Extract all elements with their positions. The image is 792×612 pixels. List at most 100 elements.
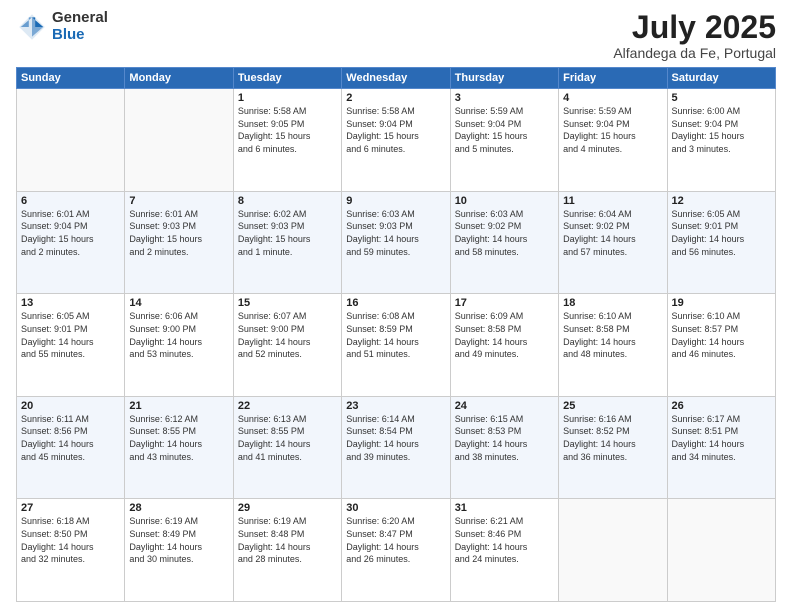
day-detail: Sunrise: 6:10 AM Sunset: 8:58 PM Dayligh…: [563, 310, 662, 360]
day-detail: Sunrise: 6:00 AM Sunset: 9:04 PM Dayligh…: [672, 105, 771, 155]
day-cell-w3-d1: 13Sunrise: 6:05 AM Sunset: 9:01 PM Dayli…: [17, 294, 125, 397]
day-cell-w2-d2: 7Sunrise: 6:01 AM Sunset: 9:03 PM Daylig…: [125, 191, 233, 294]
day-number: 16: [346, 297, 445, 309]
day-detail: Sunrise: 6:01 AM Sunset: 9:04 PM Dayligh…: [21, 208, 120, 258]
day-detail: Sunrise: 5:59 AM Sunset: 9:04 PM Dayligh…: [455, 105, 554, 155]
day-cell-w1-d3: 1Sunrise: 5:58 AM Sunset: 9:05 PM Daylig…: [233, 89, 341, 192]
day-detail: Sunrise: 6:04 AM Sunset: 9:02 PM Dayligh…: [563, 208, 662, 258]
day-detail: Sunrise: 6:18 AM Sunset: 8:50 PM Dayligh…: [21, 515, 120, 565]
col-thursday: Thursday: [450, 68, 558, 89]
day-cell-w2-d5: 10Sunrise: 6:03 AM Sunset: 9:02 PM Dayli…: [450, 191, 558, 294]
logo-general-text: General: [52, 10, 108, 27]
day-detail: Sunrise: 6:02 AM Sunset: 9:03 PM Dayligh…: [238, 208, 337, 258]
day-cell-w4-d7: 26Sunrise: 6:17 AM Sunset: 8:51 PM Dayli…: [667, 396, 775, 499]
day-number: 20: [21, 400, 120, 412]
week-row-4: 20Sunrise: 6:11 AM Sunset: 8:56 PM Dayli…: [17, 396, 776, 499]
day-number: 9: [346, 195, 445, 207]
col-sunday: Sunday: [17, 68, 125, 89]
day-detail: Sunrise: 6:14 AM Sunset: 8:54 PM Dayligh…: [346, 413, 445, 463]
day-number: 2: [346, 92, 445, 104]
day-cell-w2-d7: 12Sunrise: 6:05 AM Sunset: 9:01 PM Dayli…: [667, 191, 775, 294]
day-cell-w1-d4: 2Sunrise: 5:58 AM Sunset: 9:04 PM Daylig…: [342, 89, 450, 192]
day-cell-w1-d2: [125, 89, 233, 192]
day-number: 28: [129, 502, 228, 514]
day-number: 27: [21, 502, 120, 514]
day-detail: Sunrise: 6:19 AM Sunset: 8:48 PM Dayligh…: [238, 515, 337, 565]
day-detail: Sunrise: 6:13 AM Sunset: 8:55 PM Dayligh…: [238, 413, 337, 463]
day-cell-w4-d4: 23Sunrise: 6:14 AM Sunset: 8:54 PM Dayli…: [342, 396, 450, 499]
title-block: July 2025 Alfandega da Fe, Portugal: [613, 10, 776, 61]
day-number: 21: [129, 400, 228, 412]
day-detail: Sunrise: 5:58 AM Sunset: 9:05 PM Dayligh…: [238, 105, 337, 155]
day-number: 1: [238, 92, 337, 104]
week-row-3: 13Sunrise: 6:05 AM Sunset: 9:01 PM Dayli…: [17, 294, 776, 397]
day-cell-w3-d2: 14Sunrise: 6:06 AM Sunset: 9:00 PM Dayli…: [125, 294, 233, 397]
day-detail: Sunrise: 6:12 AM Sunset: 8:55 PM Dayligh…: [129, 413, 228, 463]
week-row-1: 1Sunrise: 5:58 AM Sunset: 9:05 PM Daylig…: [17, 89, 776, 192]
logo-icon: [16, 11, 48, 43]
day-number: 26: [672, 400, 771, 412]
day-cell-w5-d1: 27Sunrise: 6:18 AM Sunset: 8:50 PM Dayli…: [17, 499, 125, 602]
day-detail: Sunrise: 6:07 AM Sunset: 9:00 PM Dayligh…: [238, 310, 337, 360]
day-number: 10: [455, 195, 554, 207]
day-cell-w4-d3: 22Sunrise: 6:13 AM Sunset: 8:55 PM Dayli…: [233, 396, 341, 499]
day-detail: Sunrise: 6:03 AM Sunset: 9:02 PM Dayligh…: [455, 208, 554, 258]
day-number: 6: [21, 195, 120, 207]
day-detail: Sunrise: 6:08 AM Sunset: 8:59 PM Dayligh…: [346, 310, 445, 360]
day-number: 8: [238, 195, 337, 207]
calendar-header-row: Sunday Monday Tuesday Wednesday Thursday…: [17, 68, 776, 89]
day-number: 17: [455, 297, 554, 309]
day-detail: Sunrise: 5:59 AM Sunset: 9:04 PM Dayligh…: [563, 105, 662, 155]
day-cell-w1-d1: [17, 89, 125, 192]
logo-blue-text: Blue: [52, 27, 108, 44]
day-detail: Sunrise: 6:01 AM Sunset: 9:03 PM Dayligh…: [129, 208, 228, 258]
week-row-5: 27Sunrise: 6:18 AM Sunset: 8:50 PM Dayli…: [17, 499, 776, 602]
day-number: 25: [563, 400, 662, 412]
day-number: 18: [563, 297, 662, 309]
day-cell-w2-d3: 8Sunrise: 6:02 AM Sunset: 9:03 PM Daylig…: [233, 191, 341, 294]
day-number: 29: [238, 502, 337, 514]
day-detail: Sunrise: 6:03 AM Sunset: 9:03 PM Dayligh…: [346, 208, 445, 258]
day-cell-w1-d5: 3Sunrise: 5:59 AM Sunset: 9:04 PM Daylig…: [450, 89, 558, 192]
day-cell-w3-d7: 19Sunrise: 6:10 AM Sunset: 8:57 PM Dayli…: [667, 294, 775, 397]
day-number: 5: [672, 92, 771, 104]
day-number: 13: [21, 297, 120, 309]
day-number: 30: [346, 502, 445, 514]
day-number: 15: [238, 297, 337, 309]
day-number: 31: [455, 502, 554, 514]
day-cell-w5-d5: 31Sunrise: 6:21 AM Sunset: 8:46 PM Dayli…: [450, 499, 558, 602]
day-number: 14: [129, 297, 228, 309]
day-detail: Sunrise: 6:16 AM Sunset: 8:52 PM Dayligh…: [563, 413, 662, 463]
day-cell-w3-d5: 17Sunrise: 6:09 AM Sunset: 8:58 PM Dayli…: [450, 294, 558, 397]
day-cell-w4-d2: 21Sunrise: 6:12 AM Sunset: 8:55 PM Dayli…: [125, 396, 233, 499]
day-cell-w5-d7: [667, 499, 775, 602]
day-cell-w5-d3: 29Sunrise: 6:19 AM Sunset: 8:48 PM Dayli…: [233, 499, 341, 602]
day-detail: Sunrise: 6:09 AM Sunset: 8:58 PM Dayligh…: [455, 310, 554, 360]
day-detail: Sunrise: 6:06 AM Sunset: 9:00 PM Dayligh…: [129, 310, 228, 360]
day-cell-w4-d6: 25Sunrise: 6:16 AM Sunset: 8:52 PM Dayli…: [559, 396, 667, 499]
day-cell-w4-d1: 20Sunrise: 6:11 AM Sunset: 8:56 PM Dayli…: [17, 396, 125, 499]
day-cell-w1-d6: 4Sunrise: 5:59 AM Sunset: 9:04 PM Daylig…: [559, 89, 667, 192]
page: General Blue July 2025 Alfandega da Fe, …: [0, 0, 792, 612]
logo: General Blue: [16, 10, 108, 43]
week-row-2: 6Sunrise: 6:01 AM Sunset: 9:04 PM Daylig…: [17, 191, 776, 294]
day-detail: Sunrise: 6:20 AM Sunset: 8:47 PM Dayligh…: [346, 515, 445, 565]
day-detail: Sunrise: 6:15 AM Sunset: 8:53 PM Dayligh…: [455, 413, 554, 463]
day-detail: Sunrise: 6:17 AM Sunset: 8:51 PM Dayligh…: [672, 413, 771, 463]
header: General Blue July 2025 Alfandega da Fe, …: [16, 10, 776, 61]
col-tuesday: Tuesday: [233, 68, 341, 89]
logo-text: General Blue: [52, 10, 108, 43]
month-title: July 2025: [613, 10, 776, 45]
day-cell-w3-d3: 15Sunrise: 6:07 AM Sunset: 9:00 PM Dayli…: [233, 294, 341, 397]
col-monday: Monday: [125, 68, 233, 89]
day-cell-w3-d6: 18Sunrise: 6:10 AM Sunset: 8:58 PM Dayli…: [559, 294, 667, 397]
day-cell-w5-d2: 28Sunrise: 6:19 AM Sunset: 8:49 PM Dayli…: [125, 499, 233, 602]
day-number: 11: [563, 195, 662, 207]
col-friday: Friday: [559, 68, 667, 89]
day-detail: Sunrise: 6:05 AM Sunset: 9:01 PM Dayligh…: [21, 310, 120, 360]
calendar-table: Sunday Monday Tuesday Wednesday Thursday…: [16, 67, 776, 602]
day-cell-w2-d6: 11Sunrise: 6:04 AM Sunset: 9:02 PM Dayli…: [559, 191, 667, 294]
day-detail: Sunrise: 6:19 AM Sunset: 8:49 PM Dayligh…: [129, 515, 228, 565]
location-title: Alfandega da Fe, Portugal: [613, 45, 776, 61]
col-wednesday: Wednesday: [342, 68, 450, 89]
